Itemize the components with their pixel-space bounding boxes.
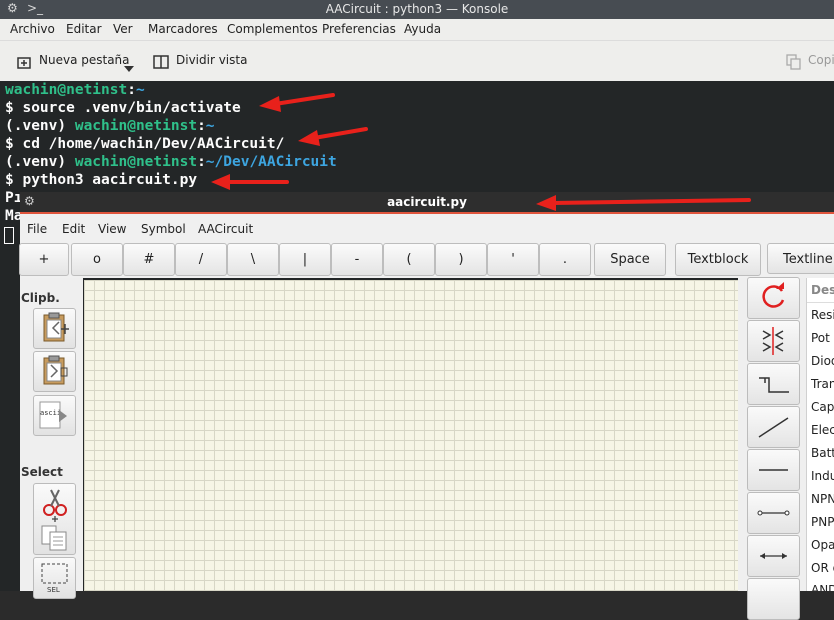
red-arrow-icon — [211, 174, 289, 190]
annotation-arrows — [211, 93, 751, 211]
red-arrow-icon — [298, 127, 368, 146]
red-arrow-icon — [259, 93, 335, 112]
red-arrow-icon — [536, 195, 751, 211]
